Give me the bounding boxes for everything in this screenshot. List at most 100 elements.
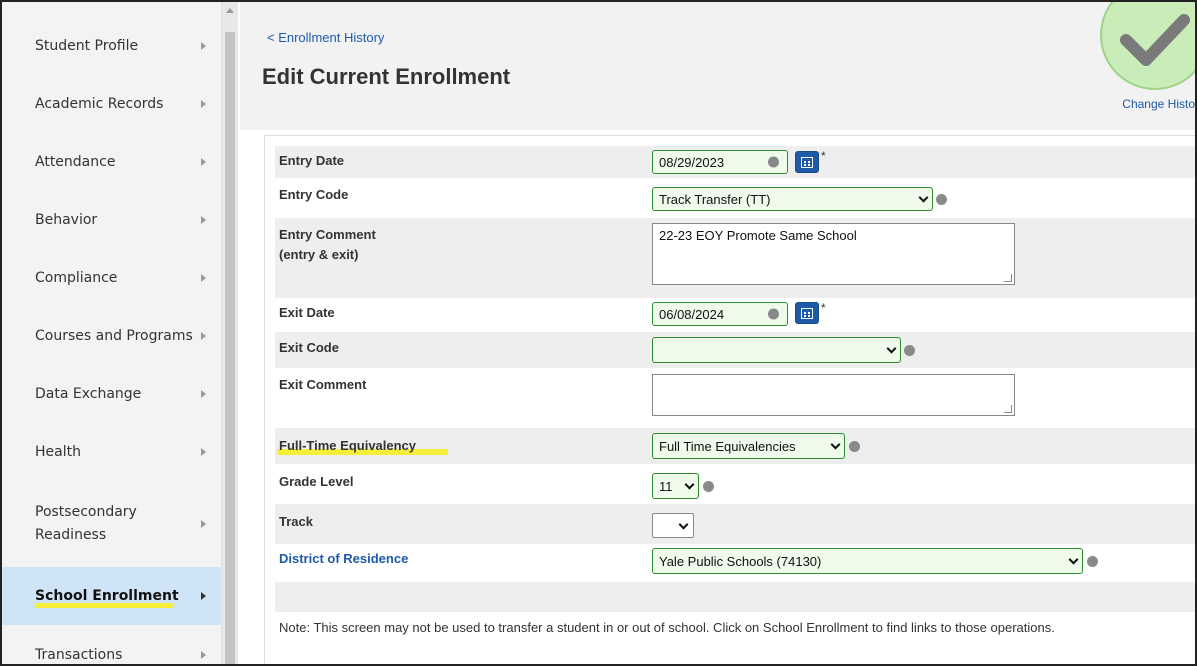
track-select[interactable]	[652, 513, 694, 538]
entry-comment-value: 22-23 EOY Promote Same School	[659, 228, 857, 243]
transfer-note: Note: This screen may not be used to tra…	[279, 620, 1055, 635]
track-row: Track	[275, 504, 1195, 544]
required-marker: *	[821, 301, 826, 315]
grade-level-label: Grade Level	[279, 474, 354, 489]
valid-dot-icon	[936, 194, 947, 205]
track-label: Track	[279, 514, 313, 529]
exit-comment-textarea[interactable]	[652, 374, 1015, 416]
sidebar: Student Profile Academic Records Attenda…	[2, 2, 222, 664]
sidebar-item-behavior[interactable]: Behavior	[2, 204, 222, 236]
sidebar-item-transactions[interactable]: Transactions	[2, 640, 222, 664]
chevron-right-icon	[201, 216, 206, 224]
chevron-right-icon	[201, 274, 206, 282]
exit-date-value: 06/08/2024	[659, 306, 725, 322]
exit-comment-row: Exit Comment	[275, 368, 1195, 428]
valid-dot-icon	[1087, 556, 1098, 567]
fte-value: Full Time Equivalencies	[659, 438, 796, 454]
chevron-right-icon	[201, 448, 206, 456]
valid-dot-icon	[904, 345, 915, 356]
scroll-up-arrow-icon[interactable]	[226, 8, 234, 13]
chevron-right-icon	[201, 592, 206, 600]
check-mark-icon	[1120, 14, 1190, 66]
fte-label: Full-Time Equivalency	[279, 438, 417, 453]
grade-level-value: 11	[659, 478, 673, 494]
grade-level-select[interactable]: 11	[652, 473, 699, 499]
resize-handle-icon[interactable]	[1004, 274, 1012, 282]
chevron-right-icon	[201, 100, 206, 108]
sidebar-item-label: Courses and Programs	[35, 327, 193, 344]
sidebar-item-label: Compliance	[35, 269, 118, 286]
sidebar-item-attendance[interactable]: Attendance	[2, 146, 222, 178]
exit-code-select[interactable]	[652, 337, 901, 363]
form-footer-band	[275, 582, 1195, 612]
entry-code-label: Entry Code	[279, 187, 349, 202]
valid-dot-icon	[768, 156, 779, 168]
fte-select[interactable]: Full Time Equivalencies	[652, 433, 845, 459]
valid-dot-icon	[849, 441, 860, 452]
sidebar-scrollbar[interactable]	[222, 2, 238, 664]
entry-date-row: Entry Date 08/29/2023 *	[275, 146, 1195, 178]
entry-date-label: Entry Date	[279, 153, 345, 168]
sidebar-item-label: Postsecondary Readiness	[35, 504, 137, 543]
sidebar-item-student-profile[interactable]: Student Profile	[2, 30, 222, 62]
chevron-right-icon	[201, 332, 206, 340]
entry-code-row: Entry Code Track Transfer (TT)	[275, 178, 1195, 216]
sidebar-item-compliance[interactable]: Compliance	[2, 262, 222, 294]
enrollment-form: Entry Date 08/29/2023 * Entry Code Track…	[264, 135, 1195, 664]
sidebar-item-label: School Enrollment	[35, 587, 179, 604]
sidebar-item-label: Transactions	[35, 646, 123, 663]
page-title: Edit Current Enrollment	[262, 64, 511, 89]
sidebar-item-label: Data Exchange	[35, 385, 142, 402]
district-select[interactable]: Yale Public Schools (74130)	[652, 548, 1083, 574]
district-value: Yale Public Schools (74130)	[659, 553, 822, 569]
entry-date-input[interactable]: 08/29/2023	[652, 150, 788, 174]
exit-date-row: Exit Date 06/08/2024 *	[275, 298, 1195, 332]
chevron-right-icon	[201, 651, 206, 659]
chevron-right-icon	[201, 42, 206, 50]
scrollbar-thumb[interactable]	[225, 32, 235, 664]
exit-code-row: Exit Code	[275, 332, 1195, 368]
calendar-icon[interactable]	[795, 151, 819, 173]
grade-level-row: Grade Level 11	[275, 464, 1195, 504]
page-header: < Enrollment History Edit Current Enroll…	[240, 2, 1195, 130]
calendar-icon[interactable]	[795, 302, 819, 324]
check-mark-icon[interactable]	[1100, 2, 1195, 90]
exit-code-label: Exit Code	[279, 340, 339, 355]
valid-dot-icon	[768, 308, 779, 320]
chevron-down-icon	[684, 479, 695, 490]
sidebar-item-label: Academic Records	[35, 95, 164, 112]
entry-date-value: 08/29/2023	[659, 154, 725, 170]
district-of-residence-link[interactable]: District of Residence	[279, 550, 408, 568]
chevron-down-icon	[918, 192, 929, 203]
required-marker: *	[821, 149, 826, 163]
sidebar-item-health[interactable]: Health	[2, 436, 222, 468]
sidebar-item-label: Student Profile	[35, 37, 139, 54]
valid-dot-icon	[703, 481, 714, 492]
entry-comment-sublabel: (entry & exit)	[279, 247, 359, 262]
entry-code-select[interactable]: Track Transfer (TT)	[652, 187, 933, 211]
district-row: District of Residence Yale Public School…	[275, 544, 1195, 582]
chevron-down-icon	[830, 439, 841, 450]
chevron-right-icon	[201, 158, 206, 166]
entry-comment-label: Entry Comment	[279, 227, 376, 242]
entry-comment-textarea[interactable]: 22-23 EOY Promote Same School	[652, 223, 1015, 285]
resize-handle-icon[interactable]	[1004, 405, 1012, 413]
exit-date-label: Exit Date	[279, 305, 335, 320]
sidebar-item-data-exchange[interactable]: Data Exchange	[2, 378, 222, 410]
app-frame: Student Profile Academic Records Attenda…	[0, 0, 1197, 666]
chevron-down-icon	[678, 519, 689, 530]
chevron-right-icon	[201, 390, 206, 398]
sidebar-item-courses-and-programs[interactable]: Courses and Programs	[2, 320, 222, 352]
entry-comment-row: Entry Comment (entry & exit) 22-23 EOY P…	[275, 218, 1195, 298]
sidebar-item-postsecondary-readiness[interactable]: Postsecondary Readiness	[2, 498, 222, 550]
sidebar-item-academic-records[interactable]: Academic Records	[2, 88, 222, 120]
sidebar-item-school-enrollment[interactable]: School Enrollment	[2, 567, 222, 625]
fte-row: Full-Time Equivalency Full Time Equivale…	[275, 428, 1195, 464]
change-history-link[interactable]: Change Histo	[1122, 97, 1195, 111]
sidebar-item-label: Attendance	[35, 153, 116, 170]
exit-date-input[interactable]: 06/08/2024	[652, 302, 788, 326]
chevron-down-icon	[1068, 554, 1079, 565]
sidebar-item-label: Health	[35, 443, 81, 460]
entry-code-value: Track Transfer (TT)	[659, 191, 771, 207]
back-to-enrollment-history-link[interactable]: < Enrollment History	[267, 30, 384, 45]
